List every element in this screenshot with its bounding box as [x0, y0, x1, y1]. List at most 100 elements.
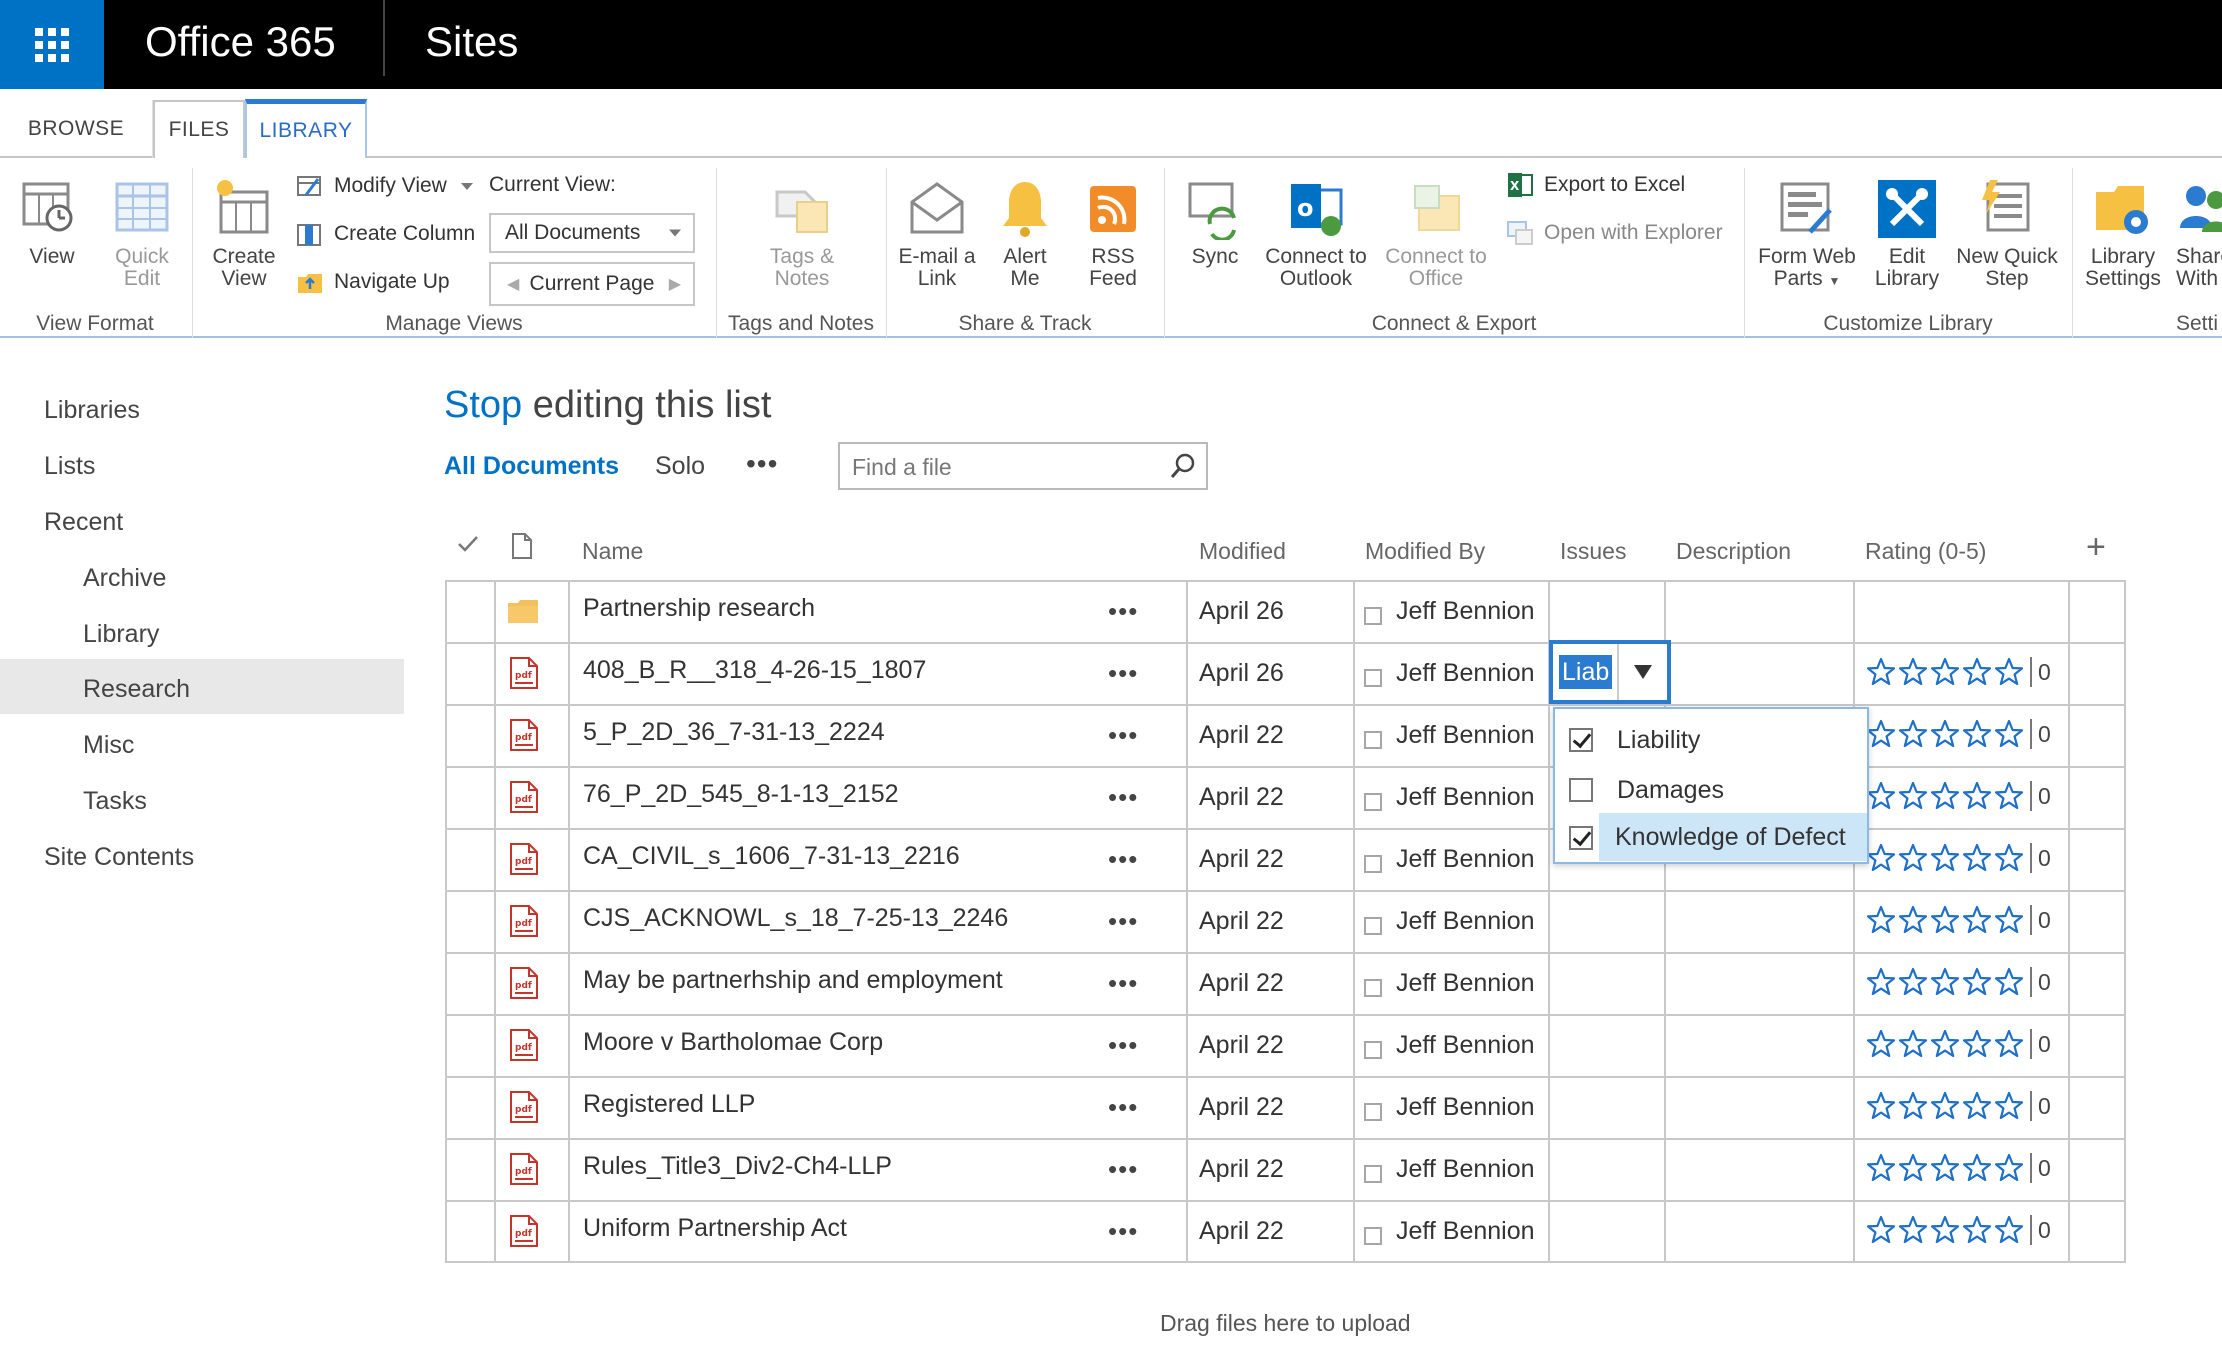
star-icon[interactable]	[1866, 1091, 1896, 1121]
modified-by-checkbox[interactable]	[1364, 669, 1382, 687]
pdf-icon[interactable]: pdf	[509, 904, 539, 938]
nav-library[interactable]: Library	[83, 620, 159, 649]
star-icon[interactable]	[1930, 781, 1960, 811]
item-menu-button[interactable]: •••	[1108, 782, 1138, 813]
star-icon[interactable]	[1962, 967, 1992, 997]
modified-by-checkbox[interactable]	[1364, 979, 1382, 997]
search-box[interactable]: Find a file	[838, 442, 1208, 490]
star-icon[interactable]	[1898, 1091, 1928, 1121]
modified-by-checkbox[interactable]	[1364, 1041, 1382, 1059]
rating-stars[interactable]: 0	[1866, 657, 2051, 687]
star-icon[interactable]	[1994, 905, 2024, 935]
quick-edit-button[interactable]: Quick Edit	[104, 178, 180, 290]
star-icon[interactable]	[1994, 843, 2024, 873]
star-icon[interactable]	[1898, 967, 1928, 997]
star-icon[interactable]	[1866, 843, 1896, 873]
star-icon[interactable]	[1930, 905, 1960, 935]
item-menu-button[interactable]: •••	[1108, 1092, 1138, 1123]
rating-stars[interactable]: 0	[1866, 719, 2051, 749]
view-all-documents[interactable]: All Documents	[444, 452, 619, 481]
current-page-pager[interactable]: ◀ Current Page ▶	[489, 262, 695, 306]
rating-stars[interactable]: 0	[1866, 1153, 2051, 1183]
star-icon[interactable]	[1898, 719, 1928, 749]
star-icon[interactable]	[1994, 1091, 2024, 1121]
modified-by-checkbox[interactable]	[1364, 793, 1382, 811]
issues-dropdown-button[interactable]	[1617, 644, 1667, 700]
rating-stars[interactable]: 0	[1866, 781, 2051, 811]
issues-option-damages[interactable]: Damages	[1555, 767, 1867, 813]
star-icon[interactable]	[1994, 967, 2024, 997]
navigate-up-button[interactable]: Navigate Up	[296, 269, 450, 295]
item-menu-button[interactable]: •••	[1108, 720, 1138, 751]
form-web-parts-button[interactable]: Form Web Parts ▼	[1754, 178, 1860, 292]
star-icon[interactable]	[1930, 967, 1960, 997]
item-menu-button[interactable]: •••	[1108, 658, 1138, 689]
pdf-icon[interactable]: pdf	[509, 718, 539, 752]
star-icon[interactable]	[1866, 967, 1896, 997]
item-menu-button[interactable]: •••	[1108, 1216, 1138, 1247]
nav-archive[interactable]: Archive	[83, 564, 166, 593]
modified-by-name[interactable]: Jeff Bennion	[1396, 659, 1535, 688]
pdf-icon[interactable]: pdf	[509, 1214, 539, 1248]
folder-icon[interactable]	[507, 598, 539, 624]
rating-stars[interactable]: 0	[1866, 967, 2051, 997]
rss-feed-button[interactable]: RSS Feed	[1078, 178, 1148, 290]
modified-by-checkbox[interactable]	[1364, 1103, 1382, 1121]
file-name-link[interactable]: Uniform Partnership Act	[583, 1214, 847, 1243]
star-icon[interactable]	[1866, 905, 1896, 935]
star-icon[interactable]	[1962, 1153, 1992, 1183]
star-icon[interactable]	[1930, 843, 1960, 873]
file-name-link[interactable]: 5_P_2D_36_7-31-13_2224	[583, 718, 885, 747]
search-icon[interactable]	[1170, 453, 1196, 479]
rating-stars[interactable]: 0	[1866, 1029, 2051, 1059]
modified-by-checkbox[interactable]	[1364, 855, 1382, 873]
star-icon[interactable]	[1898, 1029, 1928, 1059]
brand-title[interactable]: Office 365	[145, 18, 336, 66]
modified-by-name[interactable]: Jeff Bennion	[1396, 969, 1535, 998]
star-icon[interactable]	[1994, 1215, 2024, 1245]
modified-by-checkbox[interactable]	[1364, 731, 1382, 749]
alert-me-button[interactable]: Alert Me	[990, 178, 1060, 290]
issues-option-liability[interactable]: Liability	[1555, 717, 1867, 763]
tab-browse[interactable]: BROWSE	[0, 100, 153, 158]
rating-stars[interactable]: 0	[1866, 843, 2051, 873]
issues-editor-value[interactable]: Liab	[1559, 655, 1613, 689]
star-icon[interactable]	[1930, 719, 1960, 749]
item-menu-button[interactable]: •••	[1108, 596, 1138, 627]
modified-by-checkbox[interactable]	[1364, 607, 1382, 625]
pdf-icon[interactable]: pdf	[509, 1028, 539, 1062]
modified-by-name[interactable]: Jeff Bennion	[1396, 1217, 1535, 1246]
star-icon[interactable]	[1930, 657, 1960, 687]
star-icon[interactable]	[1866, 657, 1896, 687]
rating-stars[interactable]: 0	[1866, 905, 2051, 935]
connect-outlook-button[interactable]: o Connect to Outlook	[1262, 178, 1370, 290]
modified-by-name[interactable]: Jeff Bennion	[1396, 783, 1535, 812]
modified-by-name[interactable]: Jeff Bennion	[1396, 1093, 1535, 1122]
share-with-button[interactable]: Share With	[2176, 178, 2222, 290]
star-icon[interactable]	[1994, 1153, 2024, 1183]
pdf-icon[interactable]: pdf	[509, 842, 539, 876]
nav-lists[interactable]: Lists	[44, 452, 95, 481]
item-menu-button[interactable]: •••	[1108, 906, 1138, 937]
modified-by-name[interactable]: Jeff Bennion	[1396, 721, 1535, 750]
checkbox-liability[interactable]	[1569, 728, 1593, 752]
issues-editor[interactable]: Liab	[1549, 640, 1671, 704]
star-icon[interactable]	[1866, 1215, 1896, 1245]
pdf-icon[interactable]: pdf	[509, 780, 539, 814]
view-button[interactable]: View	[12, 178, 92, 268]
new-quick-step-button[interactable]: New Quick Step	[1952, 178, 2062, 290]
column-header-name[interactable]: Name	[582, 538, 643, 565]
search-input[interactable]: Find a file	[852, 454, 952, 481]
file-name-link[interactable]: 408_B_R__318_4-26-15_1807	[583, 656, 926, 685]
star-icon[interactable]	[1962, 1091, 1992, 1121]
chevron-left-icon[interactable]: ◀	[507, 274, 519, 294]
nav-recent[interactable]: Recent	[44, 508, 123, 537]
modified-by-name[interactable]: Jeff Bennion	[1396, 845, 1535, 874]
export-excel-button[interactable]: X Export to Excel	[1506, 172, 1685, 198]
sync-button[interactable]: Sync	[1180, 178, 1250, 268]
star-icon[interactable]	[1898, 1153, 1928, 1183]
star-icon[interactable]	[1994, 1029, 2024, 1059]
column-header-issues[interactable]: Issues	[1560, 538, 1626, 565]
open-explorer-button[interactable]: Open with Explorer	[1506, 220, 1723, 246]
create-view-button[interactable]: Create View	[204, 178, 284, 290]
